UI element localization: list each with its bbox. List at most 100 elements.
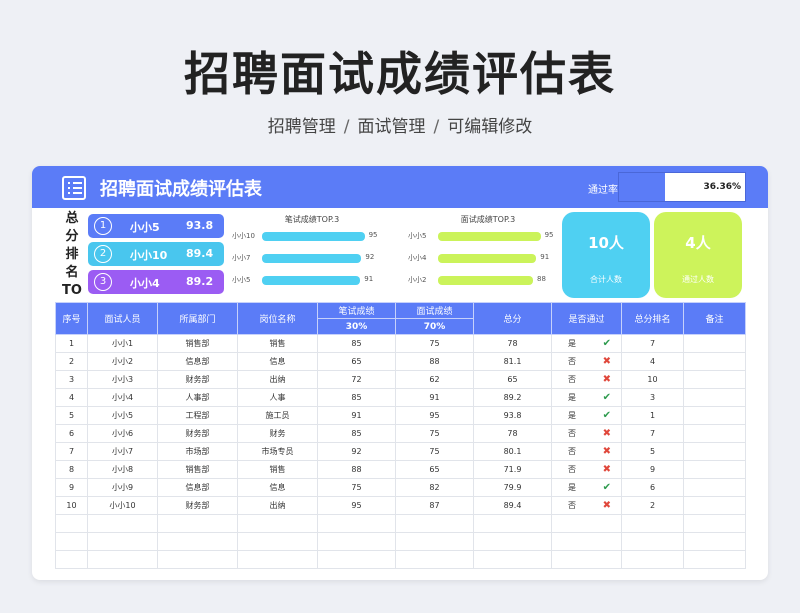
- empty-cell[interactable]: [237, 514, 318, 533]
- pass-cell: 否 ✖: [551, 352, 622, 371]
- cross-icon: ✖: [602, 464, 611, 475]
- top3-label-char: 分: [65, 229, 79, 244]
- department: 信息部: [157, 352, 238, 371]
- header-rank[interactable]: 总分排名: [621, 302, 684, 335]
- empty-cell[interactable]: [55, 514, 88, 533]
- row-number: 10: [55, 496, 88, 515]
- note[interactable]: [683, 370, 746, 389]
- total-score: 80.1: [473, 442, 552, 461]
- empty-cell[interactable]: [317, 514, 396, 533]
- passed-count-label: 通过人数: [682, 275, 714, 284]
- empty-cell[interactable]: [473, 514, 552, 533]
- table-row[interactable]: 2 小小2 信息部 信息 65 88 81.1 否 ✖ 4: [55, 352, 746, 371]
- note[interactable]: [683, 352, 746, 371]
- table-row-empty[interactable]: [55, 550, 746, 569]
- note[interactable]: [683, 478, 746, 497]
- table-row[interactable]: 3 小小3 财务部 出纳 72 62 65 否 ✖ 10: [55, 370, 746, 389]
- total-score: 71.9: [473, 460, 552, 479]
- table-row[interactable]: 8 小小8 销售部 销售 88 65 71.9 否 ✖ 9: [55, 460, 746, 479]
- table-row[interactable]: 6 小小6 财务部 财务 85 75 78 否 ✖ 7: [55, 424, 746, 443]
- header-interview[interactable]: 面试成绩: [395, 302, 474, 319]
- rank-item-3[interactable]: 3 小小4 89.2: [88, 270, 224, 294]
- written-score: 72: [317, 370, 396, 389]
- header-no[interactable]: 序号: [55, 302, 88, 335]
- pass-cell: 否 ✖: [551, 424, 622, 443]
- empty-cell[interactable]: [621, 532, 684, 551]
- interview-score: 75: [395, 424, 474, 443]
- total-score: 89.2: [473, 388, 552, 407]
- empty-cell[interactable]: [317, 550, 396, 569]
- breadcrumb-item[interactable]: 招聘管理: [268, 117, 336, 137]
- header-note[interactable]: 备注: [683, 302, 746, 335]
- pass-rate-value: 36.36%: [703, 182, 742, 192]
- empty-cell[interactable]: [683, 532, 746, 551]
- pass-status: 是: [568, 483, 576, 492]
- table-row-empty[interactable]: [55, 514, 746, 533]
- rank-item-1[interactable]: 1 小小5 93.8: [88, 214, 224, 238]
- bar: [262, 254, 362, 263]
- table-row[interactable]: 1 小小1 销售部 销售 85 75 78 是 ✔ 7: [55, 334, 746, 353]
- header-name[interactable]: 面试人员: [87, 302, 158, 335]
- empty-cell[interactable]: [395, 550, 474, 569]
- pass-cell: 否 ✖: [551, 442, 622, 461]
- note[interactable]: [683, 442, 746, 461]
- empty-cell[interactable]: [473, 532, 552, 551]
- table-row[interactable]: 5 小小5 工程部 施工员 91 95 93.8 是 ✔ 1: [55, 406, 746, 425]
- note[interactable]: [683, 460, 746, 479]
- empty-cell[interactable]: [87, 550, 158, 569]
- bar-label: 小小2: [408, 276, 427, 284]
- interview-score: 62: [395, 370, 474, 389]
- breadcrumb-item[interactable]: 可编辑修改: [447, 117, 532, 137]
- header-total[interactable]: 总分: [473, 302, 552, 335]
- empty-cell[interactable]: [237, 532, 318, 551]
- note[interactable]: [683, 424, 746, 443]
- rank-score: 89.4: [186, 247, 214, 260]
- total-score: 78: [473, 334, 552, 353]
- empty-cell[interactable]: [237, 550, 318, 569]
- empty-cell[interactable]: [55, 532, 88, 551]
- header-written[interactable]: 笔试成绩: [317, 302, 396, 319]
- rank-value: 1: [621, 406, 684, 425]
- empty-cell[interactable]: [157, 532, 238, 551]
- empty-cell[interactable]: [473, 550, 552, 569]
- empty-cell[interactable]: [551, 532, 622, 551]
- empty-cell[interactable]: [683, 514, 746, 533]
- breadcrumb-item[interactable]: 面试管理: [358, 117, 426, 137]
- empty-cell[interactable]: [395, 514, 474, 533]
- rank-value: 9: [621, 460, 684, 479]
- position: 信息: [237, 352, 318, 371]
- person-name: 小小5: [87, 406, 158, 425]
- breadcrumb-separator: /: [433, 117, 440, 137]
- row-number: 7: [55, 442, 88, 461]
- table-row[interactable]: 10 小小10 财务部 出纳 95 87 89.4 否 ✖ 2: [55, 496, 746, 515]
- empty-cell[interactable]: [551, 550, 622, 569]
- table-row[interactable]: 4 小小4 人事部 人事 85 91 89.2 是 ✔ 3: [55, 388, 746, 407]
- empty-cell[interactable]: [551, 514, 622, 533]
- empty-cell[interactable]: [157, 550, 238, 569]
- empty-cell[interactable]: [317, 532, 396, 551]
- table-row[interactable]: 9 小小9 信息部 信息 75 82 79.9 是 ✔ 6: [55, 478, 746, 497]
- header-position[interactable]: 岗位名称: [237, 302, 318, 335]
- table-row[interactable]: 7 小小7 市场部 市场专员 92 75 80.1 否 ✖ 5: [55, 442, 746, 461]
- table-row-empty[interactable]: [55, 532, 746, 551]
- pass-status: 否: [568, 429, 576, 438]
- note[interactable]: [683, 406, 746, 425]
- interview-score: 65: [395, 460, 474, 479]
- empty-cell[interactable]: [621, 514, 684, 533]
- empty-cell[interactable]: [87, 532, 158, 551]
- header-dept[interactable]: 所属部门: [157, 302, 238, 335]
- empty-cell[interactable]: [621, 550, 684, 569]
- position: 施工员: [237, 406, 318, 425]
- note[interactable]: [683, 496, 746, 515]
- rank-item-2[interactable]: 2 小小10 89.4: [88, 242, 224, 266]
- empty-cell[interactable]: [157, 514, 238, 533]
- header-pass[interactable]: 是否通过: [551, 302, 622, 335]
- empty-cell[interactable]: [55, 550, 88, 569]
- note[interactable]: [683, 334, 746, 353]
- bar-label: 小小7: [232, 254, 251, 262]
- empty-cell[interactable]: [87, 514, 158, 533]
- empty-cell[interactable]: [683, 550, 746, 569]
- empty-cell[interactable]: [395, 532, 474, 551]
- note[interactable]: [683, 388, 746, 407]
- cross-icon: ✖: [602, 356, 611, 367]
